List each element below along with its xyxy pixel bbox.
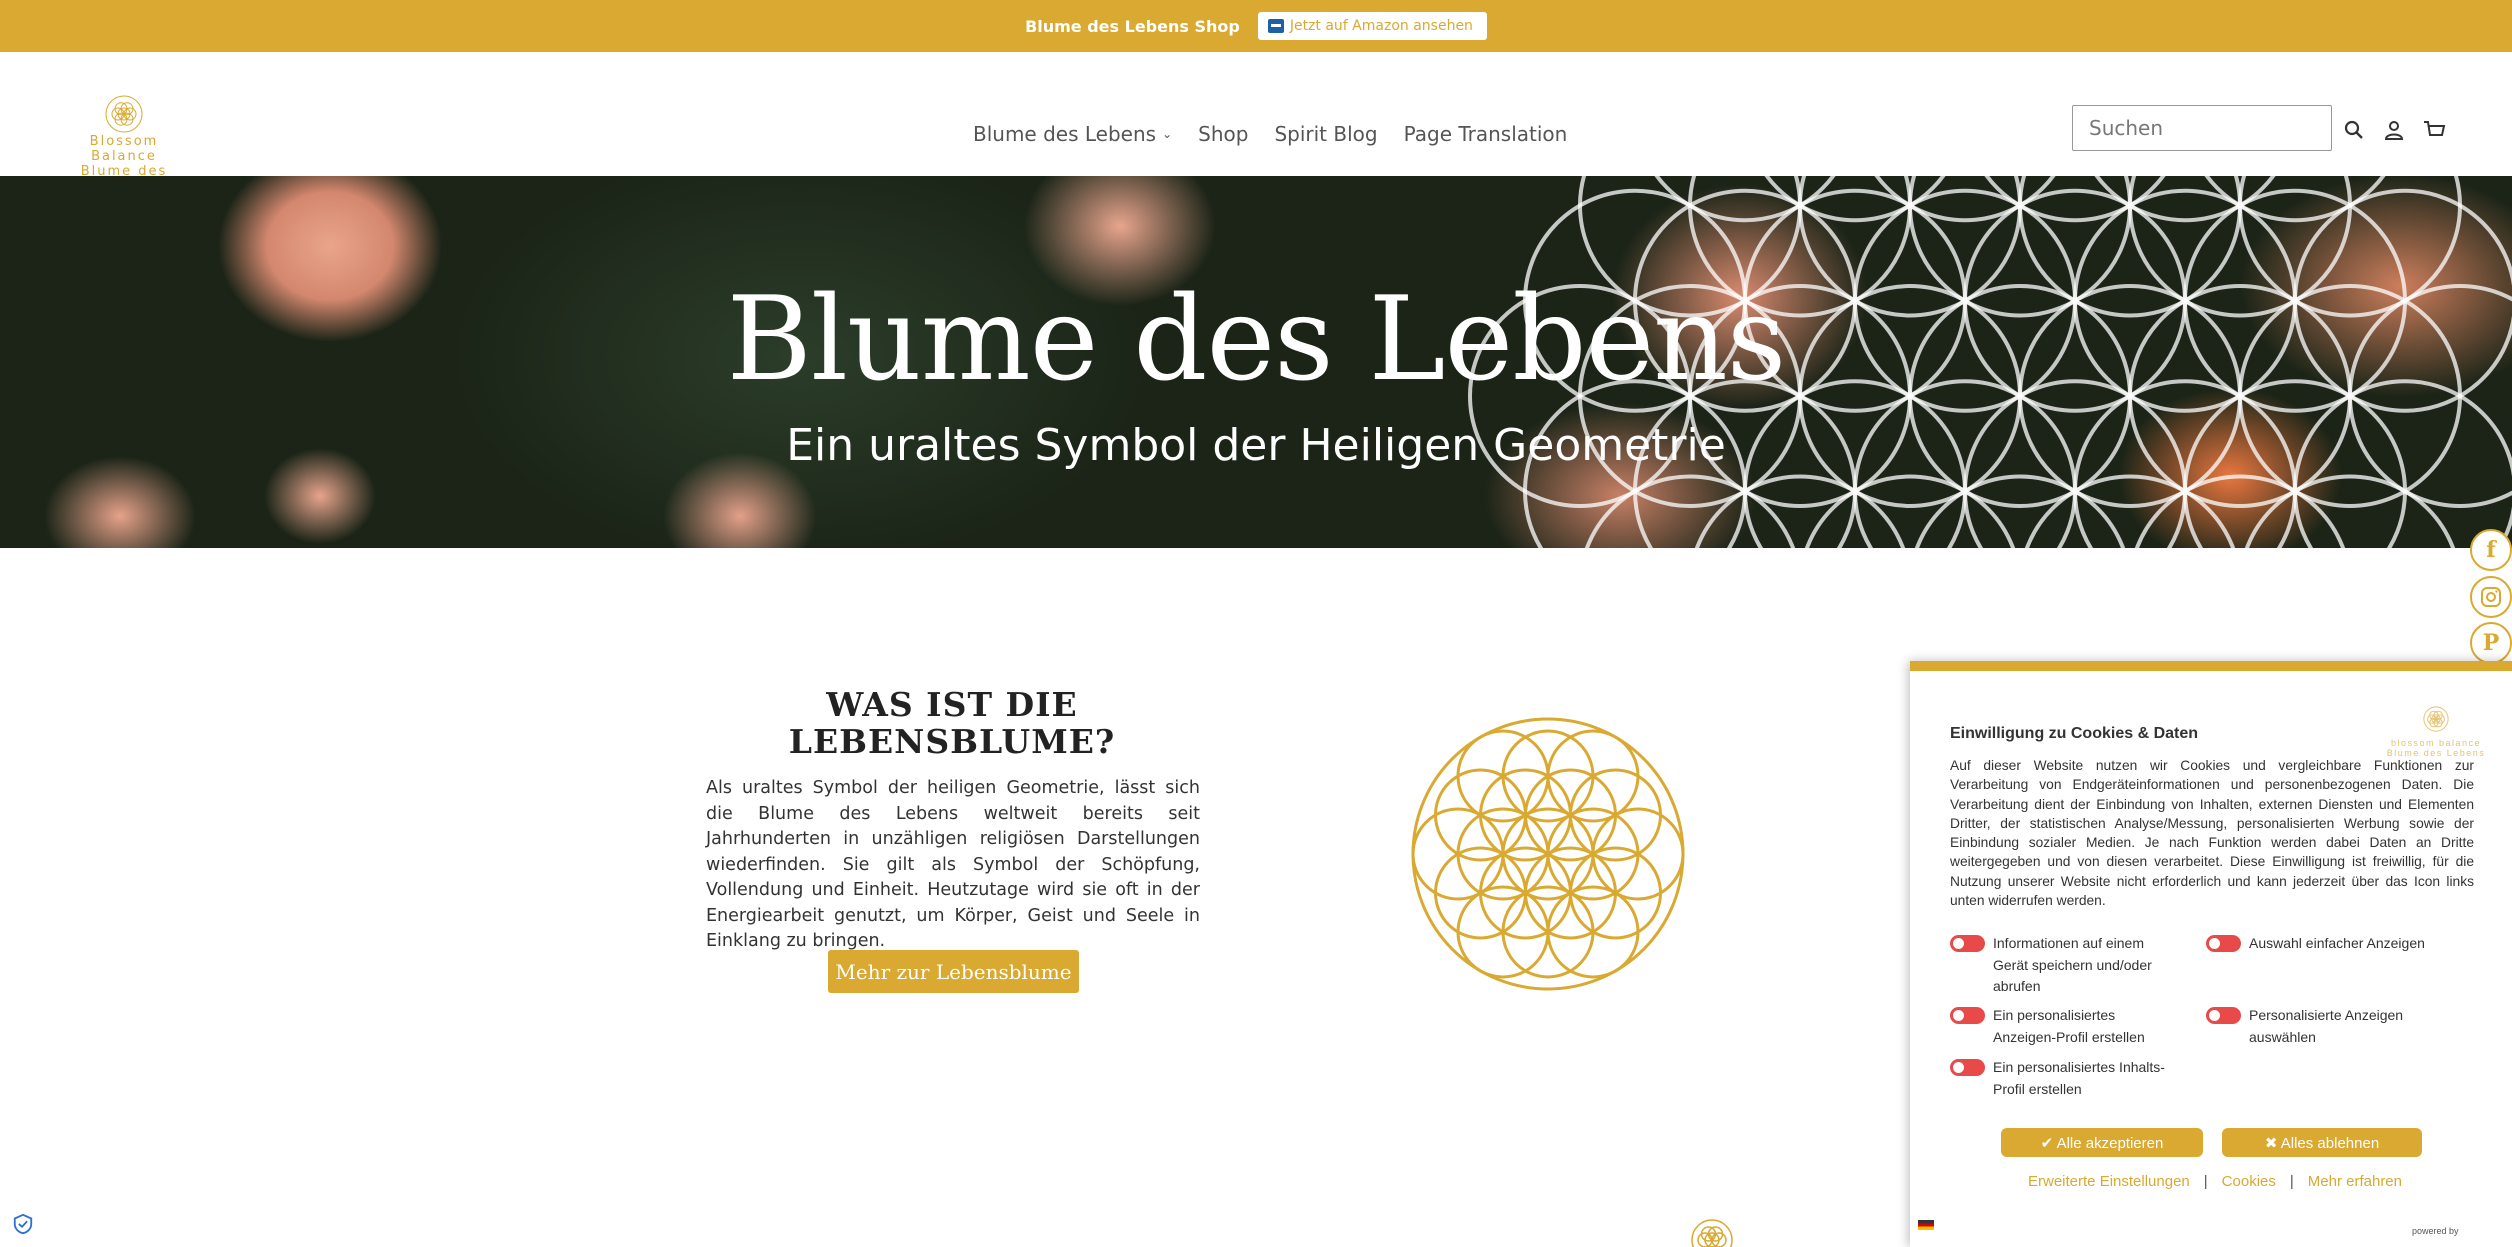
reject-all-label: Alles ablehnen [2280, 1134, 2380, 1152]
nav-item-label: Blume des Lebens [973, 122, 1157, 146]
hero-geometry-circle [2134, 474, 2346, 548]
cookie-option-label: Auswahl einfacher Anzeigen [2249, 935, 2425, 951]
hero-geometry-circle [2244, 474, 2456, 548]
main-nav: Blume des Lebens ⌄ Shop Spirit Blog Page… [973, 122, 1567, 146]
logo[interactable]: Blossom Balance Blume des Lebens [54, 94, 194, 194]
privacy-shield-icon[interactable] [12, 1213, 34, 1235]
check-icon: ✔ [2040, 1134, 2054, 1152]
more-about-flower-button[interactable]: Mehr zur Lebensblume [828, 950, 1079, 993]
cookie-option-label: Informationen auf einem Gerät speichern … [1993, 935, 2152, 994]
hero-title: Blume des Lebens [726, 272, 1787, 407]
cookie-option-store-info[interactable]: Informationen auf einem Gerät speichern … [1950, 933, 2160, 998]
announcement-bar: Blume des Lebens Shop Jetzt auf Amazon a… [0, 0, 2512, 52]
nav-item-shop[interactable]: Shop [1198, 122, 1248, 146]
site-header: Blossom Balance Blume des Lebens Blume d… [0, 52, 2512, 194]
amazon-button-label: Jetzt auf Amazon ansehen [1289, 18, 1473, 34]
toggle-switch[interactable] [1950, 1007, 1985, 1024]
cookie-links: Erweiterte Einstellungen | Cookies | Meh… [2028, 1173, 2402, 1190]
toggle-switch[interactable] [2206, 935, 2241, 952]
section-body: Als uraltes Symbol der heiligen Geometri… [706, 778, 1200, 951]
advanced-settings-link[interactable]: Erweiterte Einstellungen [2028, 1173, 2190, 1190]
cookies-link[interactable]: Cookies [2222, 1173, 2276, 1190]
search-icon[interactable] [2342, 118, 2366, 142]
flower-of-life-logo-icon [105, 95, 143, 133]
cookie-option-ad-profile[interactable]: Ein personalisiertes Anzeigen-Profil ers… [1950, 1005, 2180, 1048]
learn-more-link[interactable]: Mehr erfahren [2308, 1173, 2402, 1190]
nav-item-blume-des-lebens[interactable]: Blume des Lebens ⌄ [973, 122, 1172, 146]
hero-geometry-circle [1804, 474, 2016, 548]
hero-geometry-circle [2024, 474, 2236, 548]
cookie-logo: blossom balance Blume des Lebens [2380, 705, 2492, 758]
cookie-option-label: Ein personalisiertes Inhalts-Profil erst… [1993, 1059, 2165, 1097]
nav-item-spirit-blog[interactable]: Spirit Blog [1274, 122, 1377, 146]
cookie-option-simple-ads[interactable]: Auswahl einfacher Anzeigen [2206, 933, 2456, 955]
chevron-down-icon: ⌄ [1162, 127, 1173, 141]
instagram-glyph [2481, 587, 2501, 607]
link-separator: | [2289, 1173, 2294, 1190]
cart-icon[interactable] [2422, 118, 2446, 142]
flower-of-life-illustration [1411, 717, 1685, 991]
search-input[interactable] [2072, 105, 2332, 151]
reject-all-button[interactable]: ✖ Alles ablehnen [2222, 1128, 2422, 1157]
logo-line-1: Blossom Balance [89, 134, 159, 164]
section-title-line-2: LEBENSBLUME? [788, 722, 1116, 761]
toggle-switch[interactable] [1950, 935, 1985, 952]
section-title: WAS IST DIE LEBENSBLUME? [706, 686, 1198, 760]
amazon-button[interactable]: Jetzt auf Amazon ansehen [1257, 12, 1487, 40]
cookie-title: Einwilligung zu Cookies & Daten [1950, 725, 2199, 742]
accept-all-label: Alle akzeptieren [2056, 1134, 2164, 1152]
language-flag-icon[interactable] [1918, 1220, 1934, 1230]
instagram-icon[interactable] [2470, 576, 2512, 618]
announcement-text: Blume des Lebens Shop [1025, 16, 1240, 36]
cookie-option-label: Personalisierte Anzeigen auswählen [2249, 1007, 2404, 1045]
hero-geometry-circle [1694, 474, 1906, 548]
toggle-switch[interactable] [2206, 1007, 2241, 1024]
hero-geometry-circle [1914, 474, 2126, 548]
link-separator: | [2203, 1173, 2208, 1190]
hero-geometry-circle [1584, 474, 1796, 548]
hero-banner: Blume des Lebens Ein uraltes Symbol der … [0, 176, 2512, 548]
cookie-option-content-profile[interactable]: Ein personalisiertes Inhalts-Profil erst… [1950, 1057, 2180, 1100]
amazon-icon [1267, 19, 1284, 33]
cookie-option-label: Ein personalisiertes Anzeigen-Profil ers… [1993, 1007, 2145, 1045]
toggle-switch[interactable] [1950, 1059, 1985, 1076]
cookie-text: Auf dieser Website nutzen wir Cookies un… [1950, 758, 2474, 909]
accept-all-button[interactable]: ✔ Alle akzeptieren [2001, 1128, 2203, 1157]
cookie-logo-line-1: blossom balance [2390, 738, 2482, 748]
account-icon[interactable] [2382, 118, 2406, 142]
section-title-line-1: WAS IST DIE [826, 685, 1078, 724]
hero-subtitle: Ein uraltes Symbol der Heiligen Geometri… [786, 420, 1726, 471]
cookie-option-personalized-ads[interactable]: Personalisierte Anzeigen auswählen [2206, 1005, 2436, 1048]
cookie-consent-dialog: Einwilligung zu Cookies & Daten blossom … [1910, 661, 2512, 1247]
nav-item-page-translation[interactable]: Page Translation [1404, 122, 1568, 146]
facebook-icon[interactable]: f [2470, 529, 2512, 571]
pinterest-icon[interactable]: P [2470, 622, 2512, 664]
flower-of-life-logo-icon [2423, 706, 2449, 732]
close-icon: ✖ [2264, 1134, 2278, 1152]
flower-of-life-small-icon [1691, 1219, 1733, 1247]
powered-by-text: powered by [2412, 1226, 2459, 1236]
